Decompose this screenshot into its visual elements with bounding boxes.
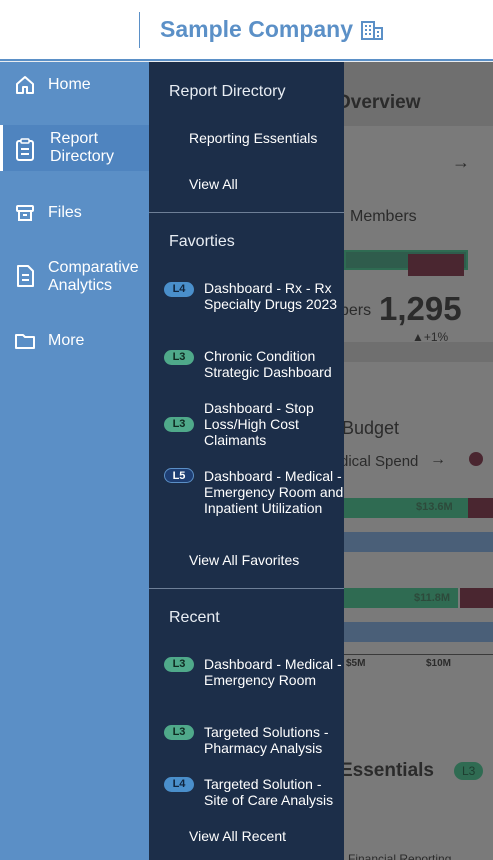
level-badge: L3 xyxy=(164,725,194,740)
document-icon xyxy=(14,264,36,293)
recent-item-label: Dashboard - Medical - Emergency Room xyxy=(204,656,342,688)
favorite-item-label: Dashboard - Medical - Emergency Room and… xyxy=(204,468,344,516)
report-directory-heading: Report Directory xyxy=(169,83,286,100)
level-badge: L3 xyxy=(164,350,194,365)
nav-item-report-directory[interactable]: Report Directory xyxy=(0,125,149,171)
section-divider xyxy=(149,212,344,213)
overview-title: Overview xyxy=(344,92,421,113)
essentials-title: Essentials xyxy=(344,760,434,781)
side-nav: Home Report Directory Files Comparative … xyxy=(0,62,149,860)
reporting-essentials-link[interactable]: Reporting Essentials xyxy=(189,130,317,146)
members-partial-label: bers xyxy=(344,302,372,319)
view-all-favorites-link[interactable]: View All Favorites xyxy=(189,552,299,568)
favorite-item[interactable]: L3 Chronic Condition Strategic Dashboard xyxy=(164,348,344,382)
folder-icon xyxy=(14,330,36,357)
spend-bar-2-label: $11.8M xyxy=(414,592,451,604)
spend-bar-2-segment xyxy=(460,588,493,608)
axis-tick-2: $10M xyxy=(426,658,452,669)
level-badge: L3 xyxy=(164,417,194,432)
budget-title: Budget xyxy=(344,418,400,438)
recent-item[interactable]: L3 Targeted Solutions - Pharmacy Analysi… xyxy=(164,724,344,758)
nav-item-comparative-analytics[interactable]: Comparative Analytics xyxy=(0,252,149,302)
axis-line xyxy=(344,654,493,655)
favorite-item[interactable]: L3 Dashboard - Stop Loss/High Cost Claim… xyxy=(164,400,344,450)
section-divider xyxy=(149,588,344,589)
recent-item-label: Targeted Solution - Site of Care Analysi… xyxy=(204,776,334,808)
nav-label-report-directory: Report Directory xyxy=(50,130,115,165)
members-bar-segment xyxy=(408,254,464,276)
level-badge: L4 xyxy=(164,282,194,297)
recent-heading: Recent xyxy=(169,609,220,626)
app-header: Sample Company xyxy=(0,0,493,61)
arrow-right-icon: → xyxy=(430,451,446,468)
recent-item[interactable]: L4 Targeted Solution - Site of Care Anal… xyxy=(164,776,344,810)
files-icon xyxy=(14,202,36,229)
home-icon xyxy=(14,74,36,101)
recent-item-label: Targeted Solutions - Pharmacy Analysis xyxy=(204,724,329,756)
level-badge: L3 xyxy=(164,657,194,672)
nav-item-more[interactable]: More xyxy=(0,324,149,364)
clipboard-icon xyxy=(14,138,36,167)
nav-label-comparative-analytics: Comparative Analytics xyxy=(48,259,139,294)
favorite-item[interactable]: L5 Dashboard - Medical - Emergency Room … xyxy=(164,468,344,534)
essentials-card xyxy=(344,738,493,860)
essentials-badge: L3 xyxy=(454,762,484,780)
axis-tick-1: $5M xyxy=(346,658,366,669)
spend-bar-1-label: $13.6M xyxy=(416,501,453,513)
spend-bar-1-compare xyxy=(344,532,493,552)
favorite-item-label: Dashboard - Stop Loss/High Cost Claimant… xyxy=(204,400,314,448)
medical-spend-link: dical Spend xyxy=(344,453,419,470)
financial-reporting-label: Financial Reporting xyxy=(348,852,452,860)
recent-item[interactable]: L3 Dashboard - Medical - Emergency Room xyxy=(164,656,344,706)
level-badge: L4 xyxy=(164,777,194,792)
building-icon[interactable] xyxy=(361,20,383,45)
members-change: ▲+1% xyxy=(412,330,449,344)
favorites-heading: Favorties xyxy=(169,233,235,250)
view-all-recent-link[interactable]: View All Recent xyxy=(189,828,286,844)
arrow-right-icon: → xyxy=(452,152,470,172)
spend-bar-2-compare xyxy=(344,622,493,642)
level-badge: L5 xyxy=(164,468,194,483)
report-directory-flyout: Report Directory Reporting Essentials Vi… xyxy=(149,62,344,860)
company-name[interactable]: Sample Company xyxy=(160,16,353,43)
legend-dot xyxy=(469,452,483,466)
nav-label-more: More xyxy=(48,332,85,349)
nav-item-files[interactable]: Files xyxy=(0,192,149,232)
spend-bar-1-segment xyxy=(468,498,493,518)
header-divider xyxy=(139,12,140,48)
favorite-item[interactable]: L4 Dashboard - Rx - Rx Specialty Drugs 2… xyxy=(164,280,344,330)
nav-label-files: Files xyxy=(48,204,82,221)
members-label: Members xyxy=(350,208,417,225)
view-all-link[interactable]: View All xyxy=(189,176,238,192)
dashboard-background: Overview → Members bers 1,295 ▲+1% Budge… xyxy=(344,62,493,860)
members-value: 1,295 xyxy=(379,290,462,327)
favorite-item-label: Chronic Condition Strategic Dashboard xyxy=(204,348,332,380)
nav-item-home[interactable]: Home xyxy=(0,62,149,108)
favorite-item-label: Dashboard - Rx - Rx Specialty Drugs 2023 xyxy=(204,280,338,312)
nav-label-home: Home xyxy=(48,76,91,93)
